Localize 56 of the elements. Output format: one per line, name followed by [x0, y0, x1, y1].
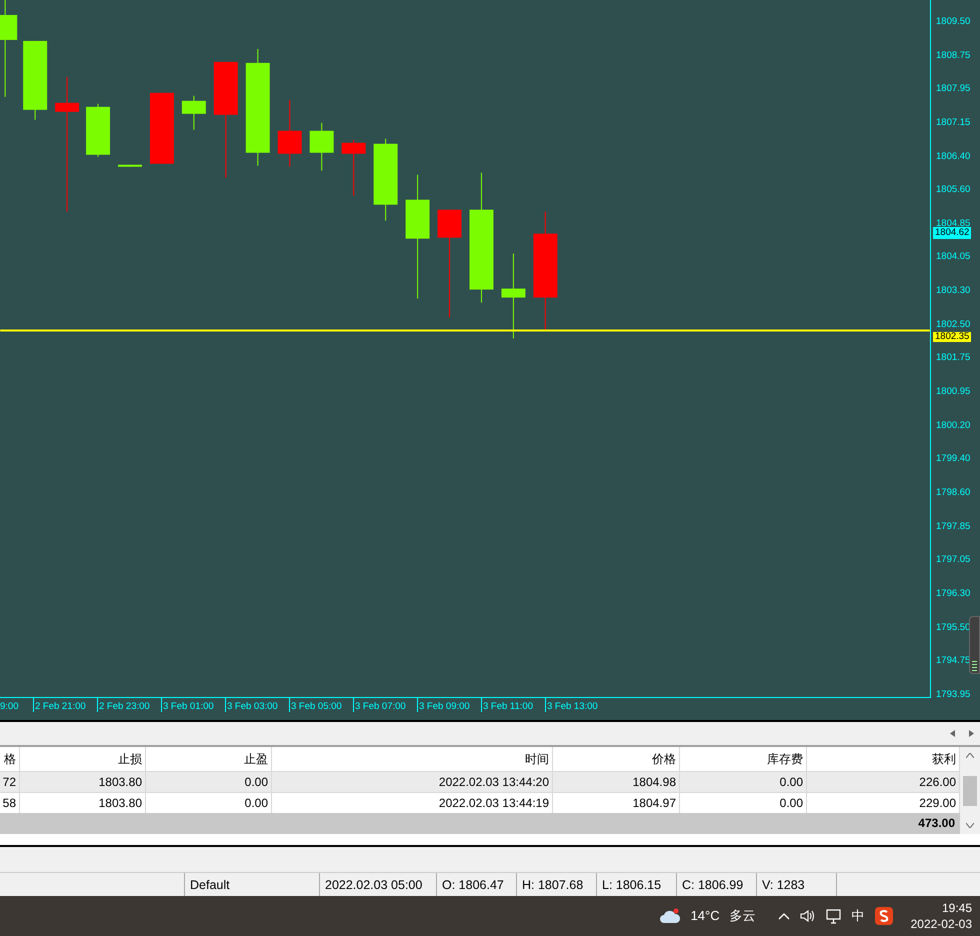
temperature-text: 14°C	[690, 907, 720, 926]
candlestick	[118, 164, 142, 168]
total-profit: 473.00	[918, 815, 956, 832]
price-axis-label: 1797.85	[935, 520, 972, 533]
price-axis-label: 1805.60	[935, 184, 972, 196]
price-axis-label: 1809.50	[935, 16, 972, 28]
time-axis-label: 3 Feb 09:00	[417, 698, 481, 712]
time-axis-label: 2 Feb 21:00	[33, 698, 97, 712]
price-axis-label: 1797.05	[935, 554, 972, 566]
price-axis-label: 1804.05	[935, 251, 972, 264]
price-axis-label: 1796.30	[935, 588, 972, 600]
time-axis-label: 9:00	[0, 700, 20, 712]
clock-time[interactable]: 19:45	[942, 900, 972, 916]
network-icon[interactable]	[826, 908, 842, 924]
weather-text: 多云	[730, 907, 756, 926]
time-axis-label: 3 Feb 03:00	[225, 698, 289, 712]
price-axis-label: 1802.50	[935, 318, 972, 331]
scroll-up-icon[interactable]	[966, 753, 974, 758]
price-axis-label: 1800.95	[935, 386, 972, 398]
price-axis-label: 1798.60	[935, 486, 972, 499]
chevron-up-icon[interactable]	[778, 912, 790, 920]
time-axis-label: 3 Feb 13:00	[545, 698, 609, 712]
price-axis-label: 1806.40	[935, 150, 972, 163]
scroll-left-icon[interactable]	[950, 730, 956, 737]
scrollbar[interactable]	[960, 747, 980, 834]
speaker-icon[interactable]	[800, 909, 816, 923]
price-axis-label: 1808.75	[935, 50, 972, 62]
price-axis-label: 1807.95	[935, 83, 972, 96]
time-axis-label: 3 Feb 07:00	[353, 698, 417, 712]
price-axis-label: 1793.95	[935, 688, 972, 701]
price-axis-label: 1794.75	[935, 655, 972, 668]
time-axis-label: 2 Feb 23:00	[97, 698, 161, 712]
scroll-right-icon[interactable]	[968, 730, 974, 737]
bid-price-label: 1804.62	[933, 227, 972, 239]
time-axis-label: 3 Feb 05:00	[289, 698, 353, 712]
candlestick	[278, 99, 302, 168]
input-method-logo-icon[interactable]	[874, 907, 893, 925]
time-axis-label: 3 Feb 11:00	[481, 698, 545, 712]
input-method-indicator[interactable]: 中	[852, 906, 865, 926]
scroll-handle-icon[interactable]	[969, 616, 980, 674]
candlestick	[182, 95, 206, 130]
clock-date[interactable]: 2022-02-03	[910, 916, 972, 932]
candlestick	[310, 122, 334, 172]
candlestick	[86, 103, 110, 158]
scroll-thumb[interactable]	[963, 776, 977, 806]
price-axis-label: 1800.20	[935, 420, 972, 432]
time-axis-label: 3 Feb 01:00	[161, 698, 225, 712]
price-axis-label: 1807.15	[935, 116, 972, 129]
price-axis-label: 1799.40	[935, 453, 972, 466]
last-price-label: 1802.35	[933, 332, 972, 342]
price-axis-label: 1801.75	[935, 352, 972, 364]
candlestick	[342, 139, 366, 196]
scroll-down-icon[interactable]	[966, 823, 974, 828]
price-axis-label: 1804.85	[936, 218, 972, 229]
price-axis-label: 1803.30	[935, 285, 972, 298]
cloud-icon	[658, 908, 681, 924]
